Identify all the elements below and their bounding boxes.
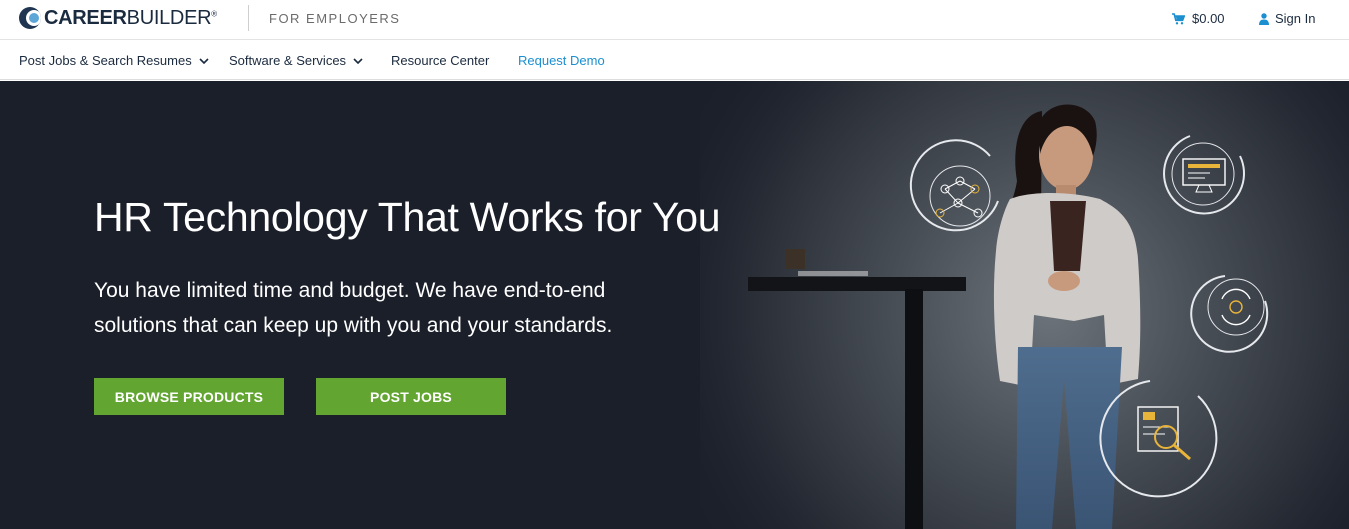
hero-title: HR Technology That Works for You [94,194,721,240]
main-nav: Post Jobs & Search Resumes Software & Se… [0,40,1349,80]
top-header: CAREERBUILDER® FOR EMPLOYERS $0.00 Sign … [0,0,1349,40]
nav-software-services[interactable]: Software & Services [229,53,363,68]
cart-icon [1172,12,1185,24]
for-employers-label: FOR EMPLOYERS [269,11,401,26]
logo-text: CAREERBUILDER® [44,6,217,29]
nav-post-jobs-search-resumes[interactable]: Post Jobs & Search Resumes [19,53,209,68]
sign-in-link[interactable]: Sign In [1259,11,1315,26]
logo-divider [248,5,249,31]
logo-mark-icon [19,7,41,29]
hero-banner: HR Technology That Works for You You hav… [0,81,1349,529]
hero-subtitle: You have limited time and budget. We hav… [94,279,613,337]
chevron-down-icon [199,57,209,64]
nav-resource-center[interactable]: Resource Center [391,53,489,68]
browse-products-button[interactable]: BROWSE PRODUCTS [94,378,284,415]
nav-label: Request Demo [518,53,605,68]
user-icon [1259,12,1269,25]
sign-in-label: Sign In [1275,11,1316,26]
nav-request-demo[interactable]: Request Demo [518,53,605,68]
nav-label: Software & Services [229,53,347,68]
nav-label: Resource Center [391,53,490,68]
post-jobs-button[interactable]: POST JOBS [316,378,506,415]
cart-button[interactable]: $0.00 [1172,11,1225,26]
nav-label: Post Jobs & Search Resumes [19,53,192,68]
careerbuilder-logo[interactable]: CAREERBUILDER® [19,6,217,30]
cart-amount: $0.00 [1192,11,1225,26]
chevron-down-icon [353,57,363,64]
